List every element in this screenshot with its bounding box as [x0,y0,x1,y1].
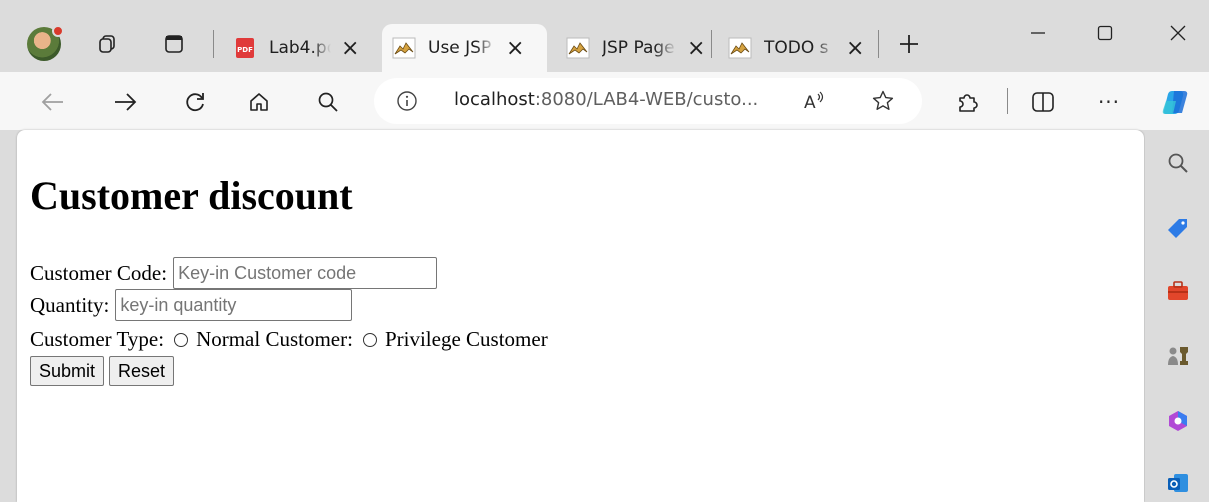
quantity-row: Quantity: [30,289,353,321]
split-screen-icon[interactable] [1028,87,1058,117]
favorite-star-icon[interactable] [868,86,898,116]
close-tab-icon[interactable]: × [687,36,705,61]
chess-icon[interactable] [1165,342,1191,368]
tab-use-jsp[interactable]: Use JSP × [382,24,547,72]
normal-customer-radio[interactable] [174,332,189,347]
url-path: :8080/LAB4-WEB/custo... [534,89,759,110]
tab-lab4-pdf[interactable]: PDF Lab4.pdf × [223,24,373,72]
tab-jsp-page[interactable]: JSP Page × [556,24,711,72]
close-tab-icon[interactable]: × [846,36,864,61]
refresh-icon[interactable] [180,87,210,117]
tab-title: TODO s [764,38,829,58]
privilege-customer-radio[interactable] [362,332,377,347]
toolbox-icon[interactable] [1165,278,1191,304]
tab-separator [213,30,214,58]
customer-type-row: Customer Type: Normal Customer: Privileg… [30,327,548,352]
read-aloud-icon[interactable]: A [800,86,830,116]
quantity-label: Quantity: [30,292,110,317]
svg-text:A: A [804,93,816,112]
home-icon[interactable] [244,87,274,117]
back-icon[interactable] [38,87,68,117]
tomcat-icon [392,36,416,60]
submit-button[interactable]: Submit [30,356,105,386]
tomcat-icon [566,36,590,60]
url-host: localhost [454,89,535,110]
pdf-icon: PDF [233,36,257,60]
svg-text:PDF: PDF [237,46,253,54]
address-bar[interactable]: localhost:8080/LAB4-WEB/custo... A [374,78,922,124]
reset-button[interactable]: Reset [109,356,175,386]
normal-customer-label: Normal Customer: [196,327,353,351]
profile-avatar[interactable] [27,25,64,61]
tab-todo[interactable]: TODO s × [718,24,873,72]
toolbar-separator [1007,88,1008,114]
tab-title: Lab4.pdf [269,38,331,58]
search-icon[interactable] [1165,150,1191,176]
extensions-icon[interactable] [952,87,982,117]
tab-title: Use JSP [428,38,492,58]
url-text: localhost:8080/LAB4-WEB/custo... [454,89,758,110]
search-icon[interactable] [313,87,343,117]
customer-code-input[interactable] [173,257,438,289]
close-window-icon[interactable] [1158,18,1198,48]
form-buttons-row: Submit Reset [30,356,179,386]
tomcat-icon [728,36,752,60]
customer-type-label: Customer Type: [30,327,165,351]
office-icon[interactable] [1165,408,1191,434]
notification-dot [52,25,64,37]
customer-code-row: Customer Code: [30,257,438,289]
customer-code-label: Customer Code: [30,260,168,285]
tag-icon[interactable] [1165,216,1191,242]
page-title: Customer discount [30,173,353,218]
tab-separator [878,30,879,58]
minimize-icon[interactable] [1018,18,1058,48]
maximize-icon[interactable] [1085,18,1125,48]
outlook-icon[interactable] [1165,470,1191,496]
site-info-icon[interactable] [396,90,418,112]
copilot-icon[interactable] [1160,87,1190,117]
page-content: Customer discount Customer Code: Quantit… [17,130,1144,502]
tab-strip: PDF Lab4.pdf × Use JSP × JSP Page × TODO… [0,0,1209,72]
privilege-customer-label: Privilege Customer [384,327,548,351]
more-options-icon[interactable]: ··· [1094,87,1124,117]
tab-actions-icon[interactable] [163,33,185,55]
tab-title: JSP Page [602,38,675,58]
new-tab-icon[interactable] [898,33,920,55]
close-tab-icon[interactable]: × [341,36,359,61]
close-tab-icon[interactable]: × [506,36,524,61]
edge-sidebar [1145,130,1209,502]
workspaces-icon[interactable] [96,33,118,55]
quantity-input[interactable] [115,289,353,321]
navigation-toolbar: localhost:8080/LAB4-WEB/custo... A ··· [0,72,1209,130]
forward-icon[interactable] [110,87,140,117]
tab-separator [711,30,712,58]
window-left-edge [0,130,17,502]
